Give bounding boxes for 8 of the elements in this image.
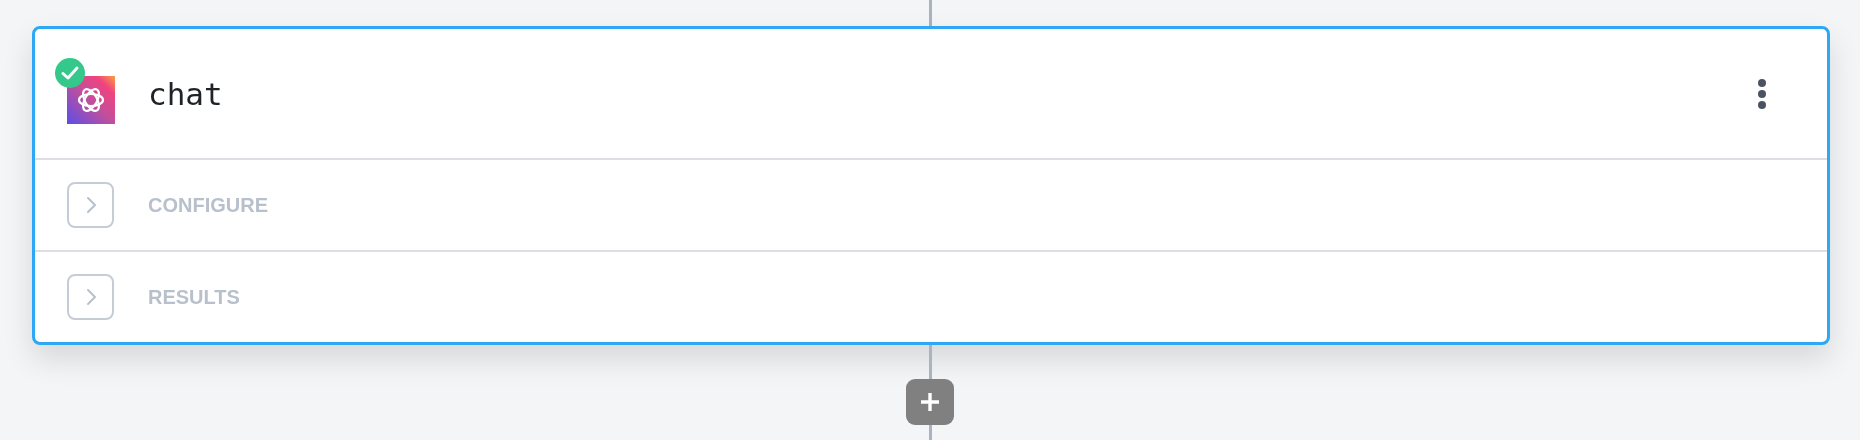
node-card[interactable]: chat CONFIGURE RESULTS	[32, 26, 1830, 345]
node-title: chat	[148, 75, 223, 112]
knot-logo-icon	[67, 75, 115, 124]
section-label[interactable]: CONFIGURE	[148, 193, 268, 217]
section-label[interactable]: RESULTS	[148, 285, 240, 309]
add-step-button[interactable]	[906, 379, 954, 425]
more-options-icon[interactable]	[1757, 78, 1767, 109]
plus-icon	[918, 390, 942, 414]
